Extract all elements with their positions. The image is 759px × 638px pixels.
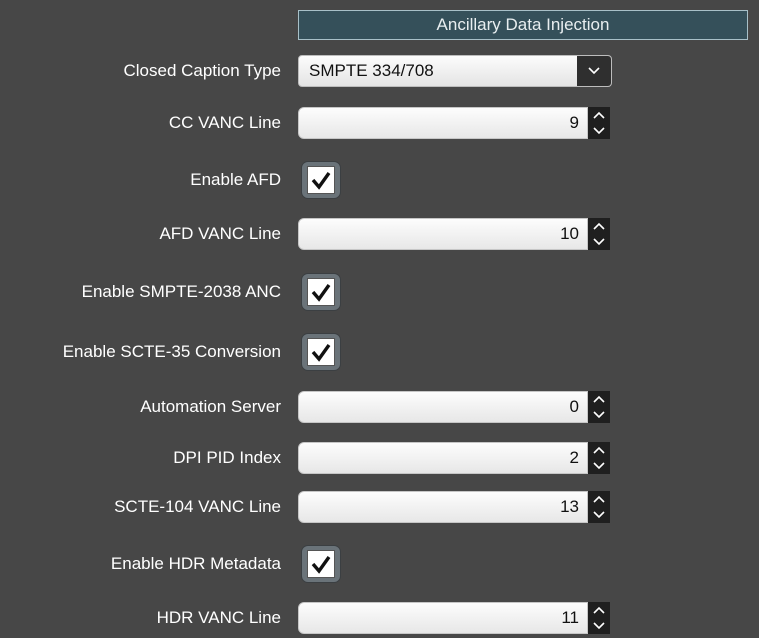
dpi-pid-index-row: DPI PID Index 2 bbox=[0, 438, 759, 478]
spin-buttons bbox=[588, 491, 610, 523]
chevron-up-icon bbox=[593, 395, 605, 403]
hdr-vanc-line-label: HDR VANC Line bbox=[156, 608, 281, 627]
enable-scte-35-checkbox[interactable] bbox=[301, 333, 341, 371]
chevron-down-icon bbox=[593, 462, 605, 470]
enable-smpte-2038-checkbox[interactable] bbox=[301, 273, 341, 311]
enable-hdr-metadata-label: Enable HDR Metadata bbox=[110, 554, 281, 573]
spin-down-button[interactable] bbox=[588, 507, 610, 523]
enable-scte-35-row: Enable SCTE-35 Conversion bbox=[0, 332, 759, 372]
enable-afd-label: Enable AFD bbox=[190, 170, 281, 189]
dpi-pid-index-input[interactable]: 2 bbox=[298, 442, 588, 474]
cc-vanc-line-row: CC VANC Line 9 bbox=[0, 103, 759, 143]
cc-vanc-line-label: CC VANC Line bbox=[168, 113, 281, 132]
spin-down-button[interactable] bbox=[588, 234, 610, 250]
chevron-up-icon bbox=[593, 111, 605, 119]
checkmark-icon bbox=[311, 284, 331, 302]
chevron-up-icon bbox=[593, 606, 605, 614]
automation-server-row: Automation Server 0 bbox=[0, 387, 759, 427]
checkbox-box bbox=[307, 166, 335, 194]
closed-caption-type-label: Closed Caption Type bbox=[123, 61, 281, 80]
dropdown-button[interactable] bbox=[577, 56, 611, 86]
spin-buttons bbox=[588, 391, 610, 423]
checkmark-icon bbox=[311, 556, 331, 574]
spin-buttons bbox=[588, 107, 610, 139]
cc-vanc-line-input[interactable]: 9 bbox=[298, 107, 588, 139]
closed-caption-type-row: Closed Caption Type SMPTE 334/708 bbox=[0, 51, 759, 91]
spin-buttons bbox=[588, 442, 610, 474]
closed-caption-type-select[interactable]: SMPTE 334/708 bbox=[298, 55, 612, 87]
scte-104-vanc-line-label: SCTE-104 VANC Line bbox=[114, 497, 281, 516]
chevron-down-icon bbox=[593, 411, 605, 419]
automation-server-value: 0 bbox=[569, 397, 579, 416]
chevron-down-icon bbox=[593, 238, 605, 246]
hdr-vanc-line-input[interactable]: 11 bbox=[298, 602, 588, 634]
dpi-pid-index-value: 2 bbox=[569, 448, 579, 467]
cc-vanc-line-spinbox[interactable]: 9 bbox=[298, 107, 612, 139]
automation-server-label: Automation Server bbox=[140, 397, 281, 416]
hdr-vanc-line-row: HDR VANC Line 11 bbox=[0, 598, 759, 638]
spin-buttons bbox=[588, 218, 610, 250]
checkmark-icon bbox=[311, 344, 331, 362]
spin-down-button[interactable] bbox=[588, 458, 610, 474]
enable-smpte-2038-label: Enable SMPTE-2038 ANC bbox=[81, 282, 281, 301]
checkmark-icon bbox=[311, 172, 331, 190]
spin-up-button[interactable] bbox=[588, 491, 610, 507]
cc-vanc-line-value: 9 bbox=[569, 113, 579, 132]
spin-down-button[interactable] bbox=[588, 123, 610, 139]
checkbox-box bbox=[307, 338, 335, 366]
enable-smpte-2038-row: Enable SMPTE-2038 ANC bbox=[0, 272, 759, 312]
enable-hdr-metadata-checkbox[interactable] bbox=[301, 545, 341, 583]
section-header: Ancillary Data Injection bbox=[298, 10, 748, 40]
spin-down-button[interactable] bbox=[588, 618, 610, 634]
spin-up-button[interactable] bbox=[588, 602, 610, 618]
scte-104-vanc-line-row: SCTE-104 VANC Line 13 bbox=[0, 487, 759, 527]
spin-up-button[interactable] bbox=[588, 391, 610, 407]
spin-up-button[interactable] bbox=[588, 442, 610, 458]
enable-scte-35-label: Enable SCTE-35 Conversion bbox=[62, 342, 281, 361]
afd-vanc-line-value: 10 bbox=[560, 224, 579, 243]
afd-vanc-line-label: AFD VANC Line bbox=[159, 224, 281, 243]
spin-down-button[interactable] bbox=[588, 407, 610, 423]
checkbox-box bbox=[307, 550, 335, 578]
checkbox-box bbox=[307, 278, 335, 306]
hdr-vanc-line-value: 11 bbox=[561, 608, 579, 627]
afd-vanc-line-spinbox[interactable]: 10 bbox=[298, 218, 612, 250]
chevron-down-icon bbox=[593, 622, 605, 630]
chevron-down-icon bbox=[593, 127, 605, 135]
enable-afd-checkbox[interactable] bbox=[301, 161, 341, 199]
scte-104-vanc-line-spinbox[interactable]: 13 bbox=[298, 491, 612, 523]
enable-hdr-metadata-row: Enable HDR Metadata bbox=[0, 544, 759, 584]
chevron-down-icon bbox=[593, 511, 605, 519]
afd-vanc-line-row: AFD VANC Line 10 bbox=[0, 214, 759, 254]
chevron-up-icon bbox=[593, 222, 605, 230]
afd-vanc-line-input[interactable]: 10 bbox=[298, 218, 588, 250]
closed-caption-type-value: SMPTE 334/708 bbox=[309, 61, 434, 80]
automation-server-spinbox[interactable]: 0 bbox=[298, 391, 612, 423]
dpi-pid-index-spinbox[interactable]: 2 bbox=[298, 442, 612, 474]
automation-server-input[interactable]: 0 bbox=[298, 391, 588, 423]
chevron-up-icon bbox=[593, 495, 605, 503]
chevron-down-icon bbox=[588, 67, 600, 75]
hdr-vanc-line-spinbox[interactable]: 11 bbox=[298, 602, 612, 634]
enable-afd-row: Enable AFD bbox=[0, 160, 759, 200]
spin-buttons bbox=[588, 602, 610, 634]
spin-up-button[interactable] bbox=[588, 218, 610, 234]
scte-104-vanc-line-value: 13 bbox=[560, 497, 579, 516]
chevron-up-icon bbox=[593, 446, 605, 454]
spin-up-button[interactable] bbox=[588, 107, 610, 123]
scte-104-vanc-line-input[interactable]: 13 bbox=[298, 491, 588, 523]
dpi-pid-index-label: DPI PID Index bbox=[173, 448, 281, 467]
